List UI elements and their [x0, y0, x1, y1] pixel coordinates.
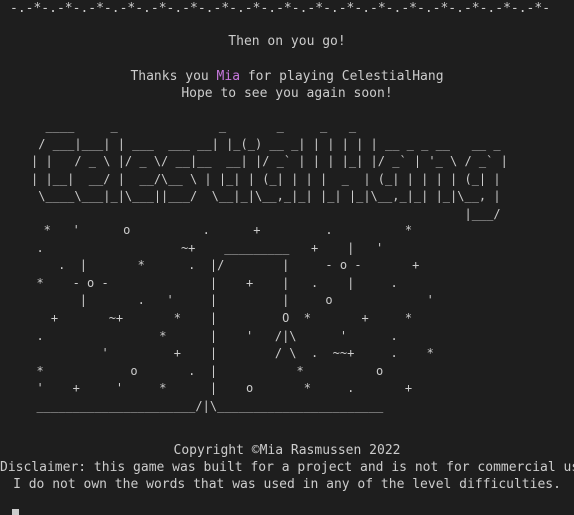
then-message: Then on you go!: [228, 34, 346, 49]
terminal-window: -.-*-.-*-.-*-.-*-.-*-.-*-.-*-.-*-.-*-.-*…: [0, 0, 574, 515]
goodbye-message: Hope to see you again soon!: [181, 86, 393, 101]
words-disclaimer-text: I do not own the words that was used in …: [13, 477, 561, 492]
top-border: -.-*-.-*-.-*-.-*-.-*-.-*-.-*-.-*-.-*-.-*…: [10, 1, 551, 16]
player-name: Mia: [216, 69, 241, 84]
copyright-text: Copyright ©Mia Rasmussen 2022: [173, 443, 401, 458]
disclaimer-text: Disclaimer: this game was built for a pr…: [0, 460, 574, 475]
hangman-scene: * ' o . + . * . ~+ _________ + | ' . | *…: [36, 223, 434, 413]
celestialhang-logo: ____ _ _ _ _ _ / ___|___| | ___ ___ __| …: [31, 119, 508, 221]
thanks-message: Thanks you Mia for playing CelestialHang: [0, 68, 574, 86]
terminal-cursor: [12, 509, 19, 515]
thanks-prefix: Thanks you: [130, 69, 217, 84]
thanks-suffix: for playing CelestialHang: [240, 69, 444, 84]
